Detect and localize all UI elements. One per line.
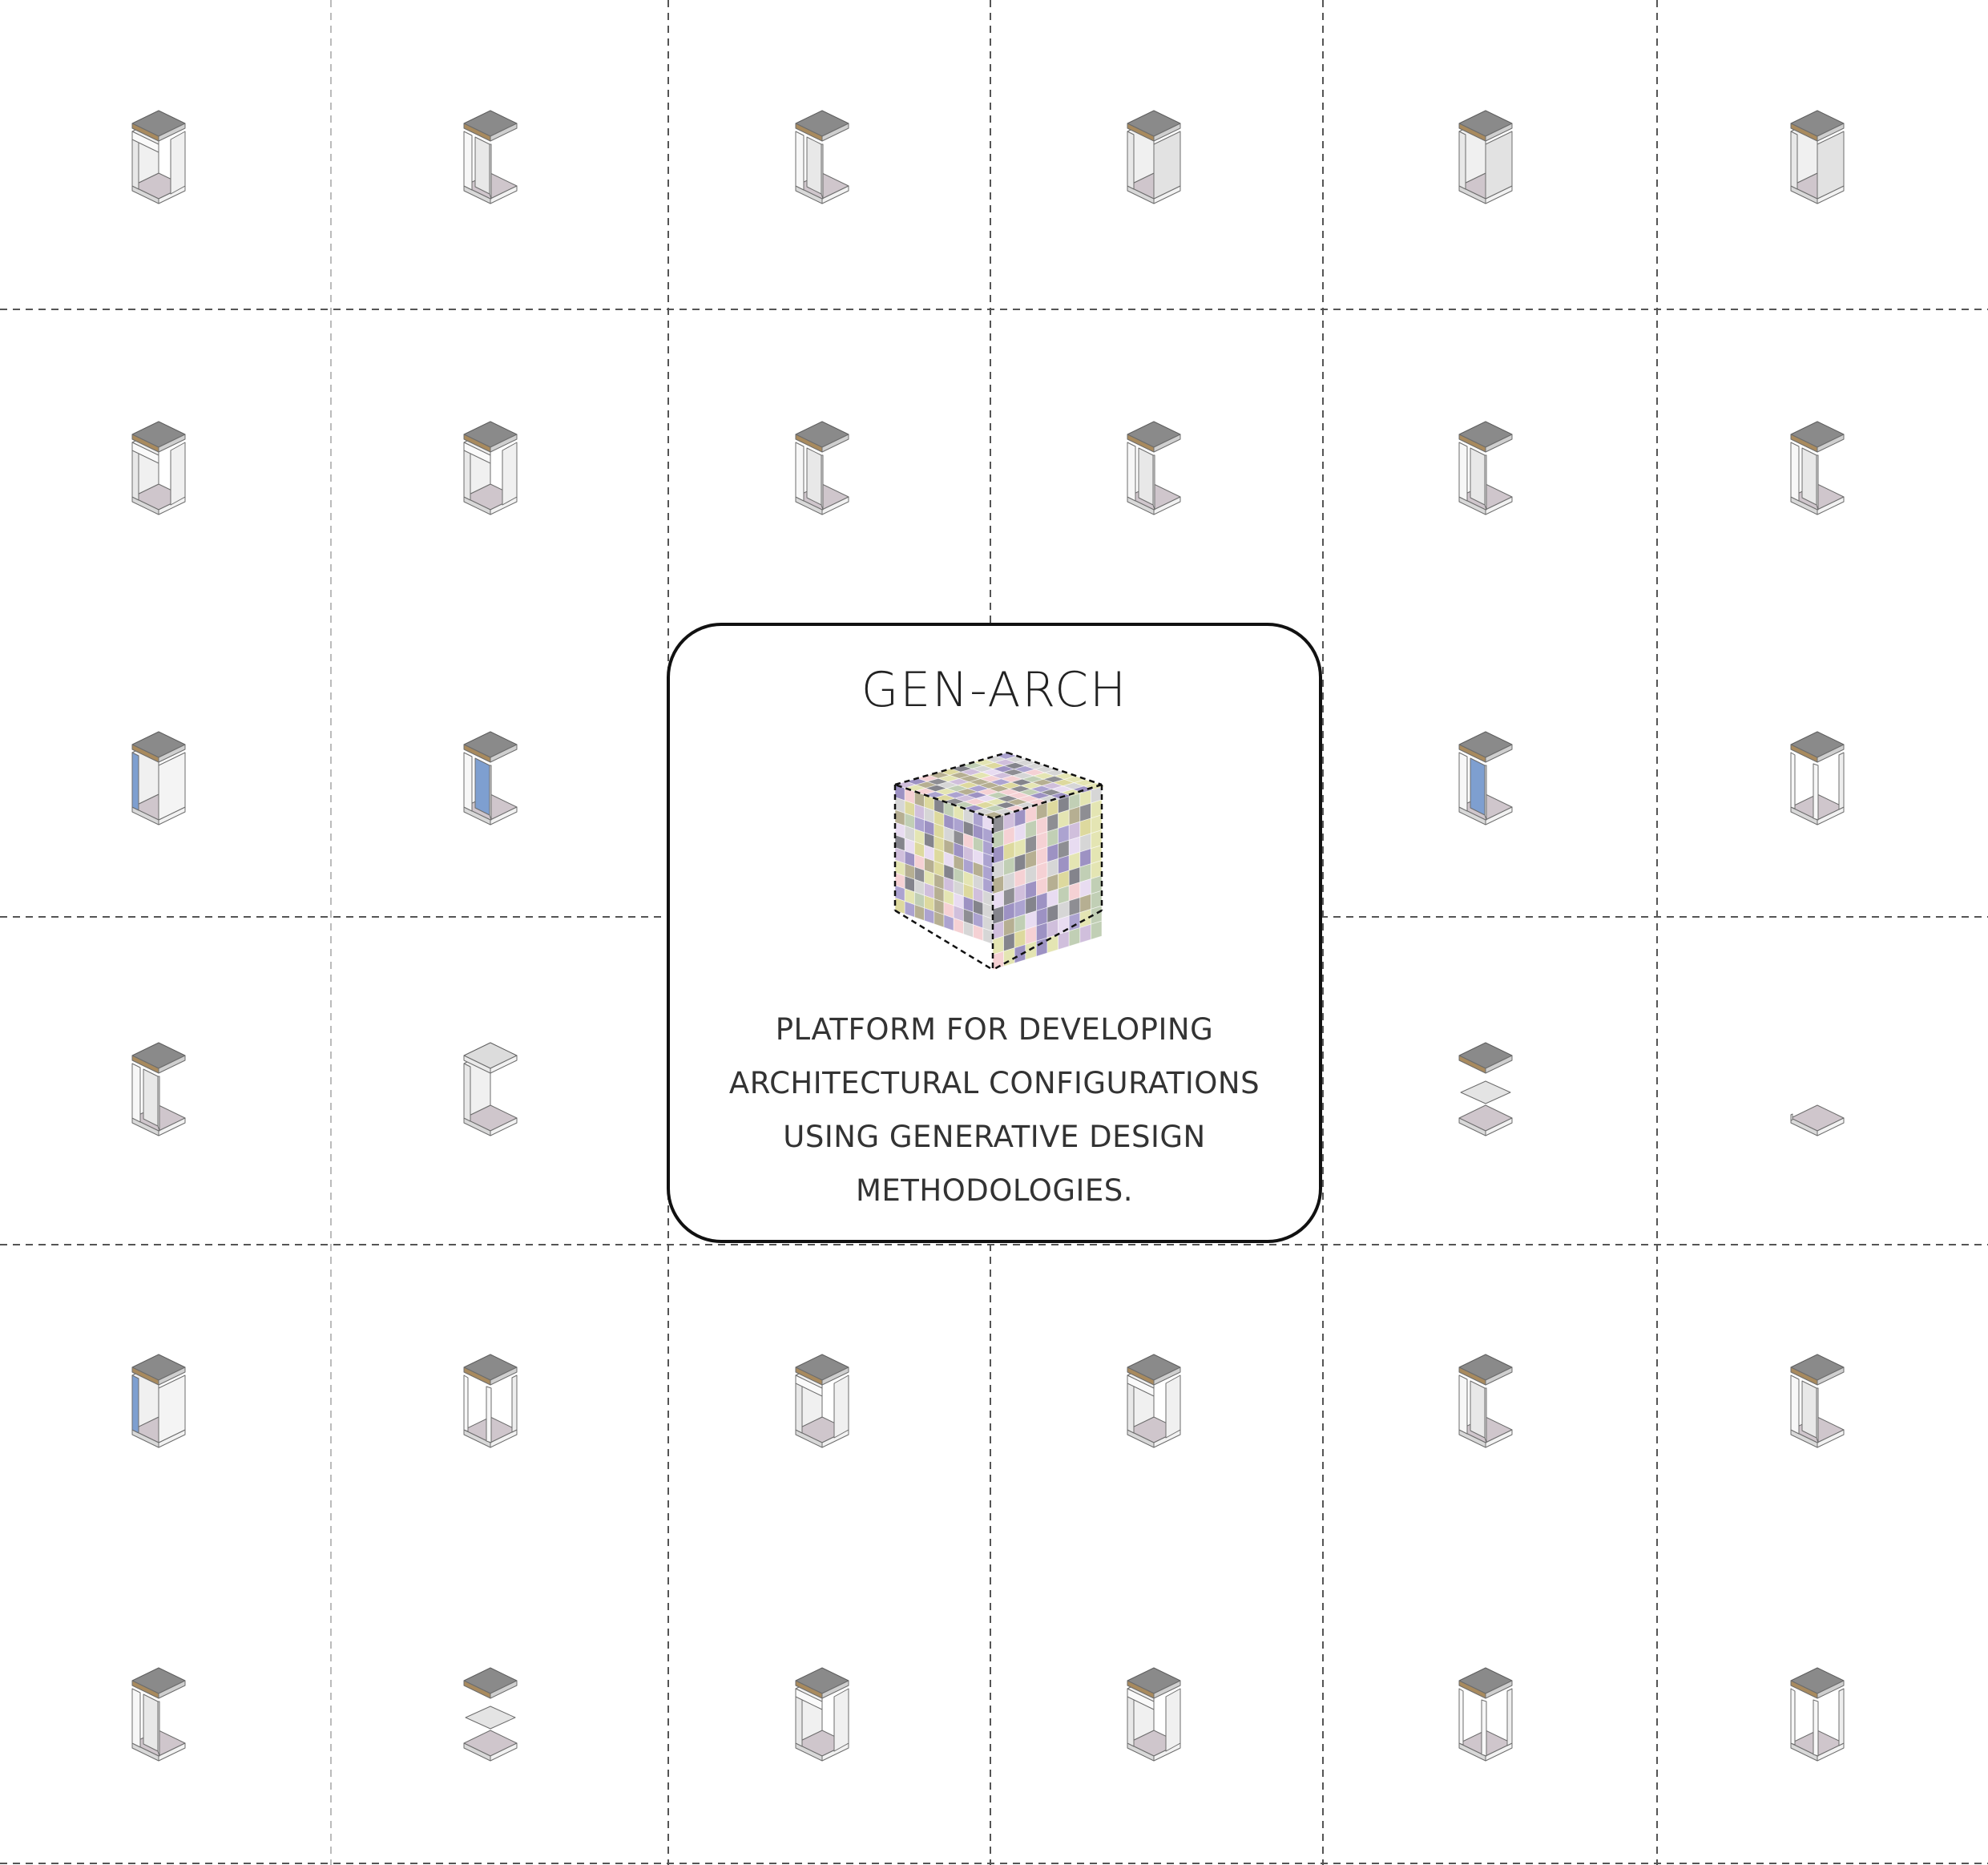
- isometric-module-icon: [1118, 415, 1190, 519]
- isometric-module-icon: [454, 1661, 526, 1766]
- isometric-module-icon: [1450, 104, 1522, 208]
- isometric-module-icon: [1781, 1036, 1853, 1140]
- isometric-module-icon: [786, 1661, 858, 1766]
- isometric-module-icon: [786, 104, 858, 208]
- isometric-module-icon: [786, 1348, 858, 1452]
- isometric-module-icon: [1127, 421, 1181, 515]
- isometric-module-icon: [131, 110, 186, 204]
- isometric-module-icon: [463, 1042, 518, 1136]
- description-line-4: METHODOLOGIES.: [855, 1173, 1134, 1208]
- isometric-module-icon: [123, 415, 195, 519]
- isometric-module-icon: [1790, 421, 1845, 515]
- isometric-module-icon: [1458, 421, 1513, 515]
- isometric-module-icon: [131, 421, 186, 515]
- isometric-module-icon: [123, 1036, 195, 1140]
- isometric-module-icon: [1127, 1667, 1181, 1762]
- isometric-module-icon: [1790, 1104, 1845, 1136]
- isometric-module-icon: [131, 1042, 186, 1136]
- isometric-module-icon: [123, 725, 195, 830]
- isometric-module-icon: [1450, 725, 1522, 830]
- isometric-module-icon: [795, 1354, 849, 1448]
- card-title: GEN-ARCH: [861, 662, 1128, 718]
- isometric-module-icon: [1790, 731, 1845, 826]
- voxel-cube-icon: [890, 746, 1107, 979]
- isometric-module-icon: [795, 421, 849, 515]
- isometric-module-icon: [1118, 104, 1190, 208]
- isometric-module-icon: [1790, 1667, 1845, 1762]
- isometric-module-icon: [1458, 1042, 1513, 1136]
- isometric-module-icon: [1790, 110, 1845, 204]
- isometric-module-icon: [1781, 1661, 1853, 1766]
- isometric-module-icon: [454, 1348, 526, 1452]
- isometric-module-icon: [1118, 1348, 1190, 1452]
- module-catalog-sheet: GEN-ARCH PLATFORM FOR DEVELOPING ARCHITE…: [0, 0, 1988, 1865]
- isometric-module-icon: [1458, 731, 1513, 826]
- isometric-module-icon: [1118, 1661, 1190, 1766]
- isometric-module-icon: [795, 1667, 849, 1762]
- isometric-module-icon: [131, 1667, 186, 1762]
- isometric-module-icon: [454, 415, 526, 519]
- isometric-module-icon: [786, 415, 858, 519]
- description-line-1: PLATFORM FOR DEVELOPING: [775, 1012, 1214, 1047]
- isometric-module-icon: [1790, 1354, 1845, 1448]
- isometric-module-icon: [123, 104, 195, 208]
- isometric-module-icon: [454, 725, 526, 830]
- info-card: GEN-ARCH PLATFORM FOR DEVELOPING ARCHITE…: [667, 623, 1322, 1243]
- isometric-module-icon: [463, 731, 518, 826]
- isometric-module-icon: [1450, 1661, 1522, 1766]
- isometric-module-icon: [463, 1354, 518, 1448]
- isometric-module-icon: [1781, 104, 1853, 208]
- isometric-module-icon: [1450, 1036, 1522, 1140]
- isometric-module-icon: [1781, 1348, 1853, 1452]
- isometric-module-icon: [1450, 1348, 1522, 1452]
- isometric-module-icon: [1127, 110, 1181, 204]
- isometric-module-icon: [1781, 725, 1853, 830]
- description-line-2: ARCHITECTURAL CONFIGURATIONS: [728, 1066, 1260, 1100]
- isometric-module-icon: [463, 421, 518, 515]
- isometric-module-icon: [795, 110, 849, 204]
- isometric-module-icon: [123, 1348, 195, 1452]
- isometric-module-icon: [1458, 1354, 1513, 1448]
- description-line-3: USING GENERATIVE DESIGN: [783, 1120, 1206, 1154]
- isometric-module-icon: [1450, 415, 1522, 519]
- card-description: PLATFORM FOR DEVELOPING ARCHITECTURAL CO…: [686, 1003, 1303, 1217]
- isometric-module-icon: [454, 1036, 526, 1140]
- isometric-module-icon: [1781, 415, 1853, 519]
- isometric-module-icon: [454, 104, 526, 208]
- isometric-module-icon: [123, 1661, 195, 1766]
- isometric-module-icon: [463, 110, 518, 204]
- isometric-module-icon: [131, 1354, 186, 1448]
- isometric-module-icon: [1458, 1667, 1513, 1762]
- isometric-module-icon: [1127, 1354, 1181, 1448]
- isometric-module-icon: [463, 1667, 518, 1762]
- isometric-module-icon: [131, 731, 186, 826]
- isometric-module-icon: [1458, 110, 1513, 204]
